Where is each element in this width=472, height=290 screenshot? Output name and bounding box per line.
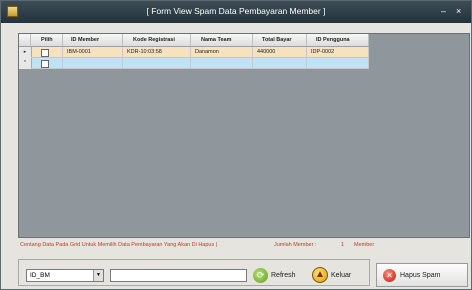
refresh-icon: ⟳ bbox=[253, 267, 268, 283]
keluar-label: Keluar bbox=[331, 271, 352, 279]
filter-field-select[interactable]: ID_BM ▼ bbox=[26, 269, 104, 282]
hapus-spam-button[interactable]: ✕ Hapus Spam bbox=[376, 263, 468, 287]
column-header-pilih[interactable]: Pilih bbox=[31, 34, 63, 46]
search-input[interactable] bbox=[110, 269, 247, 282]
row-checkbox[interactable] bbox=[41, 49, 49, 57]
hapus-spam-label: Hapus Spam bbox=[400, 271, 441, 279]
table-row[interactable]: ▸ IBM-0001 KDR-10:03:58 Danamon 440000 I… bbox=[19, 47, 369, 58]
pilih-cell bbox=[31, 47, 63, 58]
filter-field-value: ID_BM bbox=[30, 272, 50, 279]
chevron-down-icon[interactable]: ▼ bbox=[93, 270, 103, 281]
data-grid[interactable]: Pilih ID Member Kode Registrasi Nama Tea… bbox=[18, 33, 470, 238]
app-window: [ Form View Spam Data Pembayaran Member … bbox=[0, 0, 472, 290]
column-header-nama-team[interactable]: Nama Team bbox=[191, 34, 253, 46]
column-header-id-member[interactable]: ID Member bbox=[63, 34, 123, 46]
member-count-label: Jumlah Member : bbox=[274, 242, 317, 248]
kode-registrasi-cell[interactable]: KDR-10:03:58 bbox=[123, 47, 191, 58]
id-member-cell[interactable] bbox=[63, 58, 123, 69]
id-member-cell[interactable]: IBM-0001 bbox=[63, 47, 123, 58]
header-indicator-cell bbox=[19, 34, 31, 46]
id-pengguna-cell[interactable] bbox=[307, 58, 369, 69]
pilih-cell bbox=[31, 58, 63, 69]
total-bayar-cell[interactable] bbox=[253, 58, 307, 69]
grid-header: Pilih ID Member Kode Registrasi Nama Tea… bbox=[19, 34, 369, 47]
column-header-total-bayar[interactable]: Total Bayar bbox=[253, 34, 307, 46]
member-count-value: 1 bbox=[341, 242, 345, 248]
column-header-kode-registrasi[interactable]: Kode Registrasi bbox=[123, 34, 191, 46]
row-checkbox[interactable] bbox=[41, 60, 49, 68]
new-row[interactable]: * bbox=[19, 58, 369, 69]
delete-icon: ✕ bbox=[383, 268, 396, 282]
column-header-id-pengguna[interactable]: ID Pengguna bbox=[307, 34, 369, 46]
nama-team-cell[interactable]: Danamon bbox=[191, 47, 253, 58]
title-bar[interactable]: [ Form View Spam Data Pembayaran Member … bbox=[1, 1, 471, 23]
total-bayar-cell[interactable]: 440000 bbox=[253, 47, 307, 58]
minimize-button[interactable]: – bbox=[441, 5, 446, 17]
exit-icon bbox=[312, 267, 328, 283]
close-button[interactable]: × bbox=[456, 5, 461, 17]
window-title: [ Form View Spam Data Pembayaran Member … bbox=[146, 6, 326, 16]
grid-hint-text: Centang Data Pada Grid Untuk Memilih Dat… bbox=[20, 242, 218, 248]
refresh-button[interactable]: ⟳ Refresh bbox=[253, 265, 296, 285]
kode-registrasi-cell[interactable] bbox=[123, 58, 191, 69]
member-count-unit: Member bbox=[354, 242, 375, 248]
keluar-button[interactable]: Keluar bbox=[312, 265, 351, 285]
id-pengguna-cell[interactable]: IDP-0002 bbox=[307, 47, 369, 58]
nama-team-cell[interactable] bbox=[191, 58, 253, 69]
refresh-label: Refresh bbox=[271, 271, 296, 279]
